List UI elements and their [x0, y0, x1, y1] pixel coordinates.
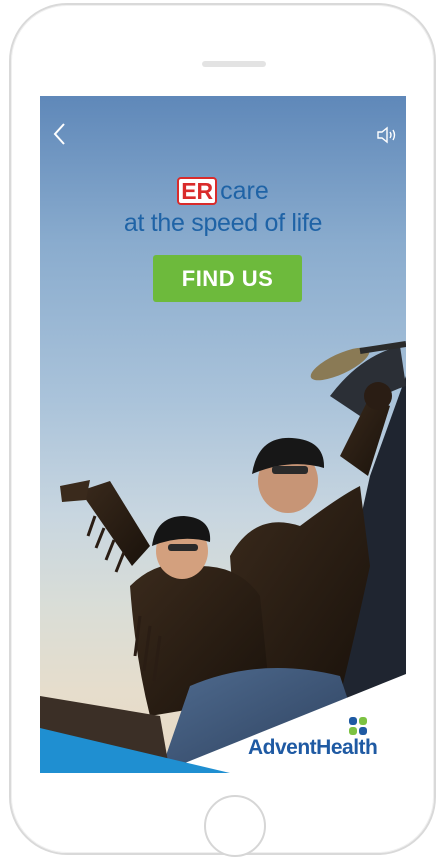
phone-speaker	[202, 61, 266, 67]
headline-word: care	[220, 177, 269, 205]
sound-button[interactable]	[376, 126, 400, 146]
ad-screen[interactable]: ER care at the speed of life FIND US Adv…	[40, 96, 406, 773]
find-us-button[interactable]: FIND US	[153, 255, 302, 302]
page: ER care at the speed of life FIND US Adv…	[0, 0, 445, 862]
brand-name: AdventHealth	[248, 736, 378, 759]
brand-logo[interactable]: AdventHealth	[248, 716, 398, 760]
speaker-icon	[377, 126, 396, 144]
er-badge: ER	[177, 177, 218, 205]
headline-line: ER care	[40, 176, 406, 206]
chevron-left-icon	[53, 123, 65, 145]
back-button[interactable]	[52, 122, 74, 148]
home-button[interactable]	[204, 795, 266, 857]
ad-headline: ER care at the speed of life	[40, 176, 406, 238]
tagline: at the speed of life	[123, 209, 323, 237]
adventhealth-logo-icon	[349, 717, 367, 735]
